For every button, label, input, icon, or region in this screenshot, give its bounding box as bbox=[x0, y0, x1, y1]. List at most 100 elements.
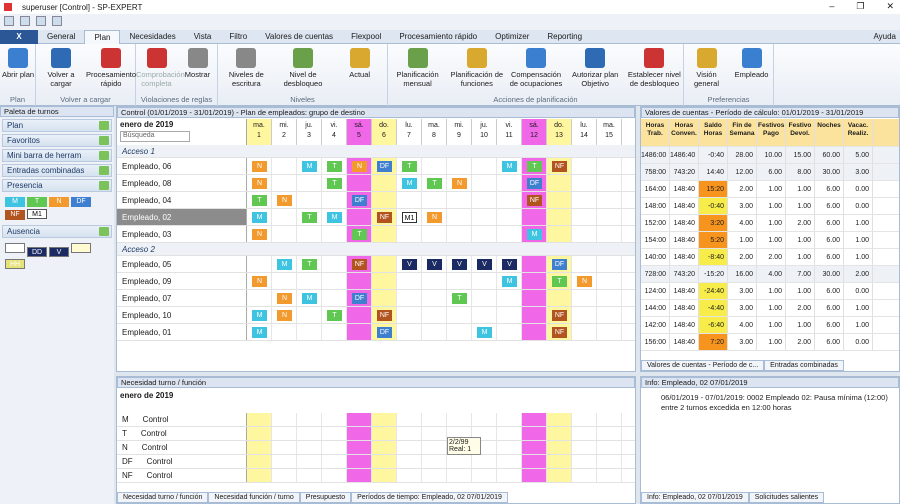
ribbon-button-5-1[interactable]: Empleado bbox=[729, 48, 774, 79]
shift-cell[interactable]: M bbox=[297, 290, 322, 306]
shift-cell[interactable]: N bbox=[447, 175, 472, 191]
shift-V[interactable]: V bbox=[477, 259, 492, 270]
shift-cell[interactable] bbox=[547, 175, 572, 191]
shift-T[interactable]: T bbox=[552, 276, 567, 287]
tab-6[interactable]: Flexpool bbox=[342, 30, 390, 44]
shift-cell[interactable] bbox=[447, 273, 472, 289]
shift-cell[interactable] bbox=[522, 324, 547, 340]
tab-9[interactable]: Reporting bbox=[538, 30, 591, 44]
shift-cell[interactable] bbox=[597, 273, 622, 289]
shift-T[interactable]: T bbox=[252, 195, 267, 206]
shift-cell[interactable]: T bbox=[322, 158, 347, 174]
ribbon-button-3-2[interactable]: Actual bbox=[331, 48, 388, 79]
shift-T[interactable]: T bbox=[427, 178, 442, 189]
tab-0[interactable]: General bbox=[38, 30, 84, 44]
shift-cell[interactable] bbox=[422, 192, 447, 208]
shift-DF[interactable]: DF bbox=[377, 161, 392, 172]
shift-cell[interactable] bbox=[272, 158, 297, 174]
shift-cell[interactable] bbox=[397, 192, 422, 208]
shift-cell[interactable]: V bbox=[447, 256, 472, 272]
shift-cell[interactable] bbox=[272, 273, 297, 289]
shift-cell[interactable]: T bbox=[422, 175, 447, 191]
shift-NF[interactable]: NF bbox=[377, 212, 392, 223]
shift-cell[interactable]: NF bbox=[372, 209, 397, 225]
shift-cell[interactable] bbox=[522, 290, 547, 306]
shift-cell[interactable] bbox=[497, 307, 522, 323]
shift-N[interactable]: N bbox=[252, 161, 267, 172]
shift-cell[interactable]: N bbox=[422, 209, 447, 225]
shift-cell[interactable] bbox=[497, 226, 522, 242]
shift-cell[interactable]: T bbox=[447, 290, 472, 306]
shift-cell[interactable]: N bbox=[572, 273, 597, 289]
shift-M[interactable]: M bbox=[402, 178, 417, 189]
shift-M[interactable]: M bbox=[527, 229, 542, 240]
search-input[interactable]: Búsqueda bbox=[120, 131, 190, 142]
palette-item-5[interactable]: Ausencia bbox=[2, 225, 112, 238]
shift-cell[interactable] bbox=[472, 209, 497, 225]
shift-cell[interactable] bbox=[447, 209, 472, 225]
shift-cell[interactable] bbox=[422, 158, 447, 174]
absence-chip[interactable]: V bbox=[49, 247, 69, 257]
shift-cell[interactable] bbox=[547, 290, 572, 306]
absence-chip[interactable] bbox=[5, 243, 25, 253]
shift-cell[interactable]: M bbox=[322, 209, 347, 225]
employee-row[interactable]: Empleado, 07 N M DF T bbox=[117, 290, 635, 307]
tab-5[interactable]: Valores de cuentas bbox=[256, 30, 342, 44]
shift-T[interactable]: T bbox=[302, 259, 317, 270]
shift-cell[interactable]: DF bbox=[372, 324, 397, 340]
maximize-icon[interactable]: ❐ bbox=[856, 1, 864, 12]
shift-M[interactable]: M bbox=[252, 310, 267, 321]
help-link[interactable]: Ayuda bbox=[873, 32, 896, 41]
shift-cell[interactable] bbox=[572, 175, 597, 191]
tab-3[interactable]: Vista bbox=[185, 30, 221, 44]
shift-N[interactable]: N bbox=[277, 310, 292, 321]
shift-cell[interactable]: T bbox=[522, 158, 547, 174]
shift-cell[interactable] bbox=[297, 175, 322, 191]
shift-cell[interactable] bbox=[447, 324, 472, 340]
shift-cell[interactable] bbox=[372, 290, 397, 306]
minimize-icon[interactable]: – bbox=[829, 1, 834, 12]
shift-M[interactable]: M bbox=[502, 276, 517, 287]
shift-cell[interactable] bbox=[597, 226, 622, 242]
employee-row[interactable]: Empleado, 09 N M T N bbox=[117, 273, 635, 290]
redo-icon[interactable] bbox=[36, 16, 46, 26]
shift-cell[interactable] bbox=[572, 307, 597, 323]
chip-NF[interactable]: NF bbox=[5, 210, 25, 220]
shift-cell[interactable]: V bbox=[397, 256, 422, 272]
shift-cell[interactable]: M bbox=[272, 256, 297, 272]
shift-cell[interactable] bbox=[322, 273, 347, 289]
shift-M[interactable]: M bbox=[327, 212, 342, 223]
shift-cell[interactable] bbox=[597, 290, 622, 306]
shift-cell[interactable]: N bbox=[247, 158, 272, 174]
panel-tab[interactable]: Necesidad turno / función bbox=[117, 492, 209, 503]
shift-M[interactable]: M bbox=[302, 293, 317, 304]
employee-row[interactable]: Empleado, 01 M DF M NF bbox=[117, 324, 635, 341]
ribbon-button-3-1[interactable]: Nivel de desbloqueo bbox=[275, 48, 332, 88]
shift-cell[interactable]: V bbox=[472, 256, 497, 272]
shift-cell[interactable] bbox=[297, 226, 322, 242]
shift-cell[interactable]: M bbox=[497, 158, 522, 174]
shift-cell[interactable] bbox=[472, 175, 497, 191]
shift-T[interactable]: T bbox=[527, 161, 542, 172]
shift-cell[interactable]: T bbox=[347, 226, 372, 242]
chip-DF[interactable]: DF bbox=[71, 197, 91, 207]
shift-cell[interactable] bbox=[497, 192, 522, 208]
shift-cell[interactable] bbox=[522, 273, 547, 289]
shift-V[interactable]: V bbox=[502, 259, 517, 270]
chip-M1[interactable]: M1 bbox=[27, 209, 47, 219]
shift-M[interactable]: M bbox=[502, 161, 517, 172]
shift-V[interactable]: V bbox=[452, 259, 467, 270]
shift-cell[interactable] bbox=[447, 192, 472, 208]
panel-tab[interactable]: Info: Empleado, 02 07/01/2019 bbox=[641, 492, 749, 503]
shift-cell[interactable] bbox=[472, 192, 497, 208]
shift-cell[interactable] bbox=[397, 273, 422, 289]
shift-NF[interactable]: NF bbox=[352, 259, 367, 270]
absence-chip[interactable] bbox=[71, 243, 91, 253]
shift-T[interactable]: T bbox=[352, 229, 367, 240]
shift-cell[interactable]: M bbox=[472, 324, 497, 340]
shift-T[interactable]: T bbox=[327, 310, 342, 321]
shift-cell[interactable] bbox=[372, 256, 397, 272]
shift-N[interactable]: N bbox=[252, 178, 267, 189]
shift-cell[interactable]: M bbox=[297, 158, 322, 174]
shift-NF[interactable]: NF bbox=[552, 161, 567, 172]
